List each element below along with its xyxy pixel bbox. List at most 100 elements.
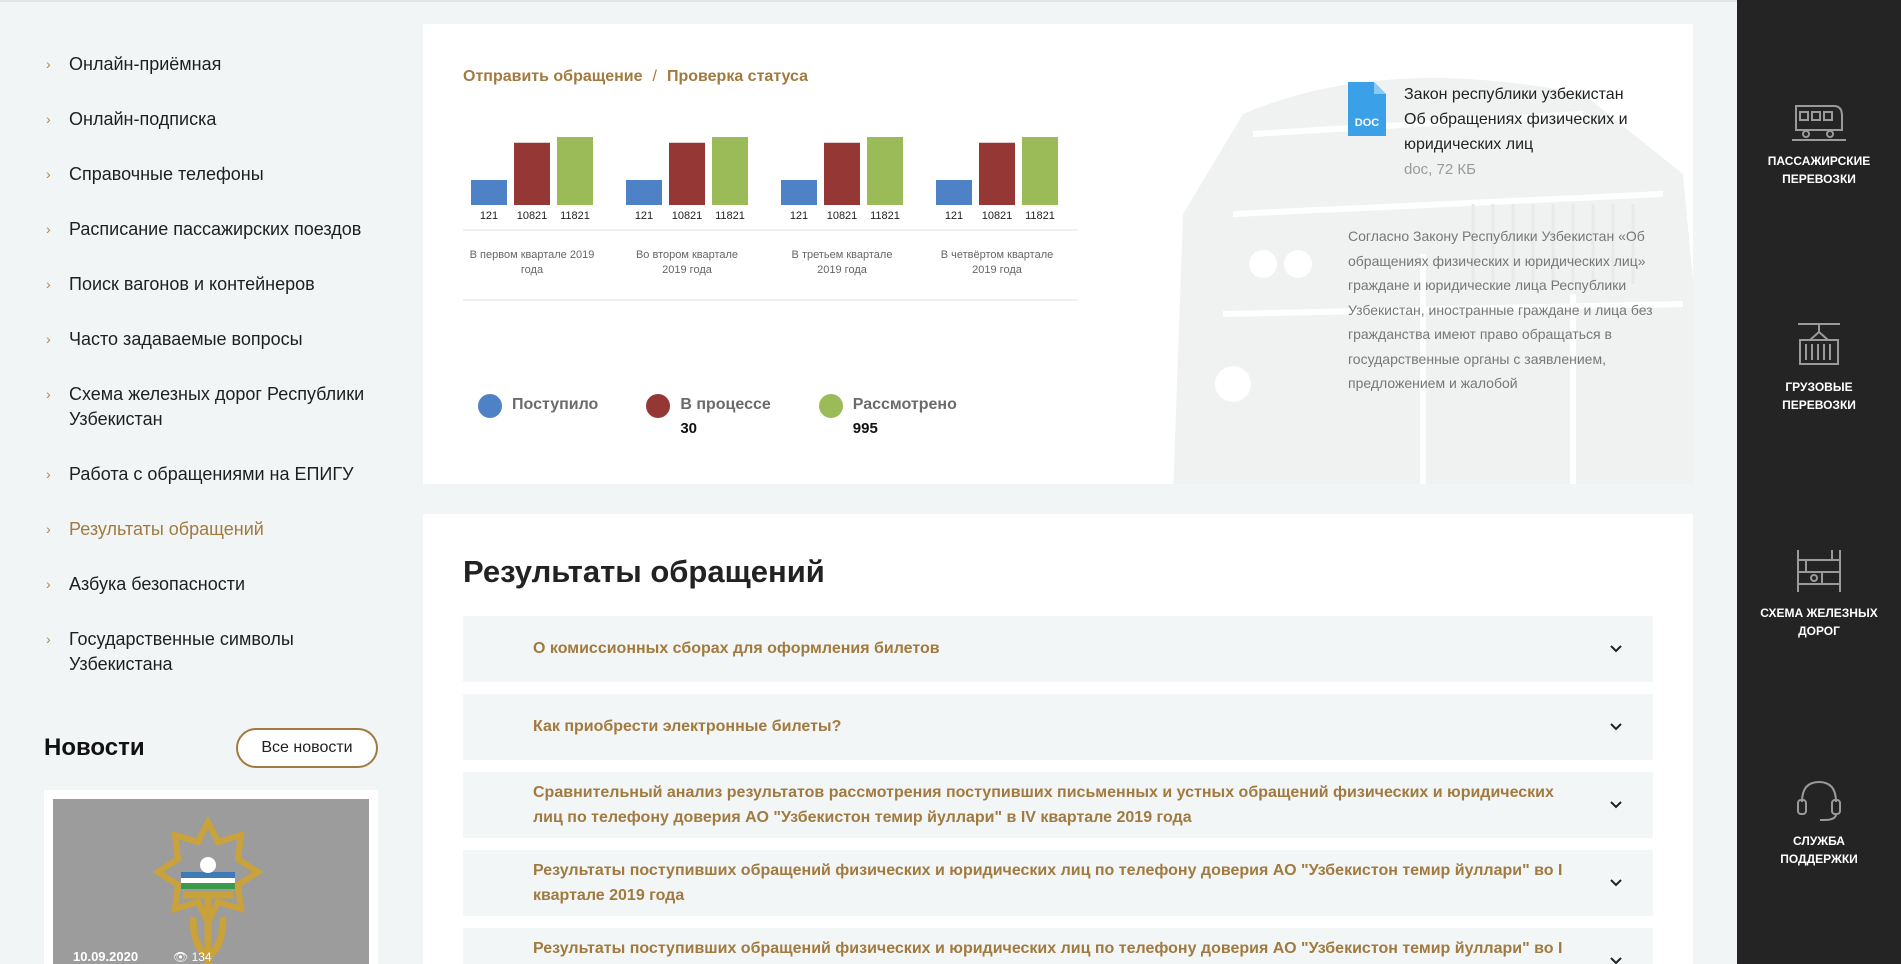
- results-title: Результаты обращений: [463, 554, 825, 589]
- bar-value-label: 121: [480, 210, 498, 222]
- train-icon: [1792, 105, 1846, 141]
- sidebar-item-faq[interactable]: › Часто задаваемые вопросы: [44, 327, 384, 382]
- bar-value-label: 121: [945, 210, 963, 222]
- cargo-transport-link[interactable]: ГРУЗОВЫЕ ПЕРЕВОЗКИ: [1737, 322, 1901, 414]
- chevron-down-icon: [1610, 957, 1622, 964]
- statistics-card: Отправить обращение / Проверка статуса 121…: [423, 24, 1693, 484]
- accordion-item[interactable]: О комиссионных сборах для оформления бил…: [463, 616, 1653, 682]
- news-date: 10.09.2020: [73, 949, 139, 964]
- service-label-line2: ПЕРЕВОЗКИ: [1782, 398, 1856, 412]
- chevron-down-icon: [1610, 645, 1622, 653]
- chart-legend: Поступило В процессе 30 Рассмотрено 995: [478, 394, 1005, 437]
- law-document[interactable]: DOC Закон республики узбекистан Об обращ…: [1348, 82, 1644, 178]
- chevron-right-icon: ›: [46, 56, 51, 72]
- bar-value-label: 121: [790, 210, 808, 222]
- sidebar-item-label: Онлайн-приёмная: [69, 54, 222, 74]
- service-label-line1: ГРУЗОВЫЕ: [1785, 380, 1853, 394]
- chevron-right-icon: ›: [46, 576, 51, 592]
- legend-value: 995: [852, 420, 878, 437]
- legend-item-reviewed: Рассмотрено 995: [818, 394, 957, 437]
- category-label: В первом квартале 2019 года: [470, 249, 595, 276]
- category-label-line: 2019 года: [972, 264, 1023, 276]
- category-label: В четвёртом квартале 2019 года: [941, 249, 1054, 276]
- rail-map-link[interactable]: СХЕМА ЖЕЛЕЗНЫХ ДОРОГ: [1737, 548, 1901, 640]
- sidebar-item-epigu[interactable]: › Работа с обращениями на ЕПИГУ: [44, 462, 384, 517]
- category-label-line: года: [521, 264, 544, 276]
- sidebar-item-schedule[interactable]: › Расписание пассажирских поездов: [44, 217, 384, 272]
- bar-value-label: 11821: [870, 210, 900, 222]
- sidebar-item-label: Часто задаваемые вопросы: [69, 329, 303, 349]
- chevron-down-icon: [1610, 879, 1622, 887]
- news-header: Новости Все новости: [44, 728, 378, 768]
- accordion-item-title: Результаты поступивших обращений физичес…: [533, 862, 1563, 904]
- chart-bar: [471, 180, 507, 205]
- service-label: СХЕМА ЖЕЛЕЗНЫХ ДОРОГ: [1737, 604, 1901, 640]
- news-card[interactable]: 10.09.2020 👁 134: [44, 790, 378, 964]
- law-description: Согласно Закону Республики Узбекистан «О…: [1348, 228, 1653, 391]
- accordion-item[interactable]: Результаты поступивших обращений физичес…: [463, 928, 1653, 964]
- sidebar-item-wagon-search[interactable]: › Поиск вагонов и контейнеров: [44, 272, 384, 327]
- accordion-item[interactable]: Сравнительный анализ результатов рассмот…: [463, 772, 1653, 838]
- category-label: В третьем квартале 2019 года: [792, 249, 893, 276]
- category-label: Во втором квартале 2019 года: [636, 249, 738, 276]
- chevron-right-icon: ›: [46, 111, 51, 127]
- category-label-line: В четвёртом квартале: [941, 249, 1054, 261]
- sidebar-item-phones[interactable]: › Справочные телефоны: [44, 162, 384, 217]
- chart-bar: [1022, 137, 1058, 205]
- chevron-down-icon: [1610, 723, 1622, 731]
- legend-dot: [646, 394, 671, 418]
- eye-icon: 👁: [173, 950, 192, 964]
- category-label-line: 2019 года: [662, 264, 713, 276]
- service-label: СЛУЖБА ПОДДЕРЖКИ: [1737, 832, 1901, 868]
- sidebar-item-label: Справочные телефоны: [69, 164, 264, 184]
- sidebar-item-symbols[interactable]: › Государственные символы Узбекистана: [44, 627, 384, 687]
- bar-value-label: 11821: [1025, 210, 1055, 222]
- top-divider: [0, 0, 1737, 2]
- service-label-line2: ПЕРЕВОЗКИ: [1782, 172, 1856, 186]
- bar-value-label: 10821: [827, 210, 858, 222]
- chart-bar: [669, 142, 705, 205]
- category-label-line: Во втором квартале: [636, 249, 738, 261]
- category-label-line: В первом квартале 2019: [470, 249, 595, 261]
- legend-label: Рассмотрено: [852, 396, 957, 413]
- legend-dot: [478, 394, 502, 418]
- support-link[interactable]: СЛУЖБА ПОДДЕРЖКИ: [1737, 776, 1901, 868]
- service-label-line2: ПОДДЕРЖКИ: [1780, 852, 1858, 866]
- news-title: Новости: [44, 734, 145, 761]
- news-views: 👁 134: [173, 950, 212, 964]
- bar-value-label: 10821: [982, 210, 1013, 222]
- chart-bar: [979, 142, 1015, 205]
- sidebar-item-online-reception[interactable]: › Онлайн-приёмная: [44, 52, 384, 107]
- chevron-right-icon: ›: [46, 631, 51, 647]
- chevron-right-icon: ›: [46, 276, 51, 292]
- doc-file-icon: DOC: [1348, 82, 1386, 136]
- accordion-item-title: О комиссионных сборах для оформления бил…: [533, 640, 940, 657]
- sidebar-item-online-subscription[interactable]: › Онлайн-подписка: [44, 107, 384, 162]
- results-card: Результаты обращений О комиссионных сбор…: [423, 514, 1693, 964]
- sidebar-item-results[interactable]: › Результаты обращений: [44, 517, 384, 572]
- bar-value-label: 121: [635, 210, 653, 222]
- bar-value-label: 11821: [715, 210, 745, 222]
- passenger-transport-link[interactable]: ПАССАЖИРСКИЕ ПЕРЕВОЗКИ: [1737, 98, 1901, 188]
- cargo-container-icon: [1798, 323, 1840, 365]
- legend-dot: [818, 394, 843, 418]
- sidebar-item-label: Результаты обращений: [69, 519, 264, 539]
- legend-item-received: Поступило: [478, 394, 598, 437]
- sidebar-item-label: Работа с обращениями на ЕПИГУ: [69, 464, 354, 484]
- all-news-button[interactable]: Все новости: [236, 728, 378, 768]
- accordion-item[interactable]: Как приобрести электронные билеты?: [463, 694, 1653, 760]
- chevron-right-icon: ›: [46, 221, 51, 237]
- sidebar-item-label: Азбука безопасности: [69, 574, 246, 594]
- chevron-right-icon: ›: [46, 386, 51, 402]
- sidebar-item-rail-map[interactable]: › Схема железных дорог Республики Узбеки…: [44, 382, 384, 462]
- accordion-item-title: Как приобрести электронные билеты?: [533, 718, 842, 735]
- service-label-line2: ДОРОГ: [1798, 624, 1840, 638]
- document-meta: doc, 72 КБ: [1404, 161, 1476, 178]
- service-label: ГРУЗОВЫЕ ПЕРЕВОЗКИ: [1737, 378, 1901, 414]
- accordion-item[interactable]: Результаты поступивших обращений физичес…: [463, 850, 1653, 916]
- chart-bar: [936, 180, 972, 205]
- accordion-item-title: Сравнительный анализ результатов рассмот…: [533, 784, 1554, 826]
- bar-value-label: 11821: [560, 210, 590, 222]
- headset-icon: [1797, 780, 1841, 821]
- sidebar-item-safety[interactable]: › Азбука безопасности: [44, 572, 384, 627]
